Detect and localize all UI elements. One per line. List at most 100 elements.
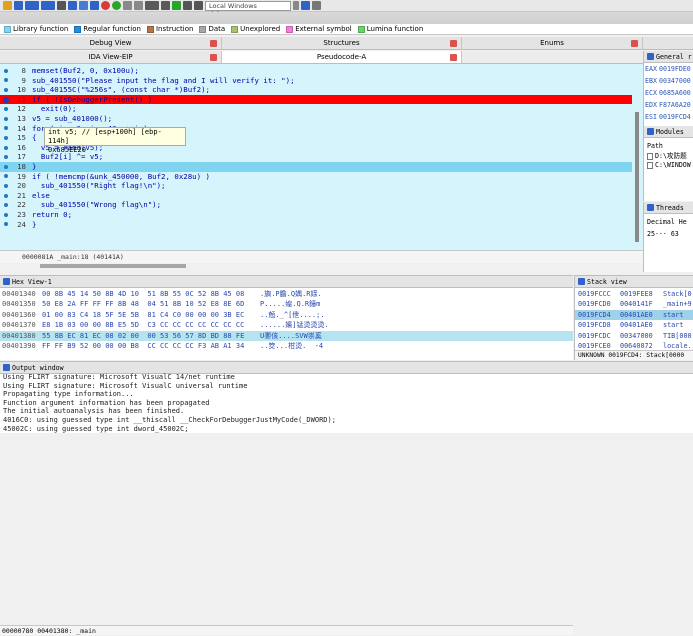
- navigate-icon[interactable]: [57, 1, 66, 10]
- debugger-dropdown-icon[interactable]: [293, 1, 299, 10]
- hex-view-icon: [3, 278, 10, 285]
- line-marker-icon[interactable]: [4, 203, 8, 208]
- hex-row[interactable]: 00401370 E8 1B 03 00 00 8B E5 5D C3 CC CC…: [0, 320, 573, 330]
- stack-row[interactable]: 0019FCD4 00401AE0 start: [575, 309, 693, 321]
- tab-ida-view[interactable]: IDA View-EIP: [0, 51, 222, 63]
- stack-row[interactable]: 0019FCD0 0040141F _main+9: [575, 299, 693, 309]
- forward-arrow-icon[interactable]: [41, 1, 55, 10]
- code-line[interactable]: 13 v5 = sub_401000();: [0, 114, 632, 124]
- tab-pseudocode[interactable]: Pseudocode-A: [222, 51, 462, 63]
- panel-title: Threads: [644, 202, 693, 214]
- stack-row[interactable]: 0019FCDC 00347000 TIB[000: [575, 331, 693, 341]
- code-line[interactable]: 18}: [0, 162, 632, 172]
- line-marker-icon[interactable]: [4, 107, 8, 112]
- pseudocode-editor[interactable]: 8 memset(Buf2, 0, 0x100u); 9 sub_401550("Pl…: [0, 64, 643, 250]
- attach-icon[interactable]: [301, 1, 310, 10]
- hex-icon[interactable]: [123, 1, 132, 10]
- register-row[interactable]: ESI 0019FCD4: [644, 111, 693, 123]
- navigation-band[interactable]: [0, 12, 693, 24]
- horizontal-scrollbar[interactable]: [40, 264, 186, 268]
- thread-row[interactable]: 25··· 63: [644, 230, 693, 238]
- code-line[interactable]: 23 return 0;: [0, 210, 632, 220]
- close-icon[interactable]: [631, 40, 638, 47]
- hex-address: 00401380: [2, 331, 36, 340]
- line-marker-icon[interactable]: [4, 145, 8, 150]
- code-line[interactable]: 21 else: [0, 191, 632, 201]
- module-row[interactable]: D:\攻防题: [644, 152, 693, 161]
- register-row[interactable]: EAX 0019FDE0: [644, 63, 693, 75]
- hex-ascii: U嬱侅....SVW崇奚: [260, 331, 322, 340]
- line-marker-icon[interactable]: [4, 155, 8, 160]
- line-marker-icon[interactable]: [4, 116, 8, 121]
- line-marker-icon[interactable]: [4, 164, 8, 169]
- tab-enums[interactable]: Enums: [462, 37, 643, 49]
- search-icon[interactable]: [90, 1, 99, 10]
- hex-view[interactable]: Hex View-1 00401340 00 8B 45 14 50 8B 4D …: [0, 275, 573, 635]
- hex-row[interactable]: 00401380 55 8B EC 81 EC 08 02 00 00 53 56…: [0, 330, 573, 341]
- line-marker-icon[interactable]: [4, 87, 8, 92]
- settings-icon[interactable]: [312, 1, 321, 10]
- code-line[interactable]: 9 sub_401550("Please input the flag and I…: [0, 76, 632, 86]
- code-line[interactable]: 24}: [0, 220, 632, 230]
- code-icon[interactable]: [134, 1, 143, 10]
- line-marker-icon[interactable]: [4, 193, 8, 198]
- register-row[interactable]: EBX 00347000: [644, 75, 693, 87]
- play-icon[interactable]: [172, 1, 181, 10]
- stack-view[interactable]: Stack view 0019FCCC 0019FEE8 Stack[0 0019FC…: [574, 275, 693, 360]
- line-marker-icon[interactable]: [4, 222, 8, 227]
- breakpoint-marker-icon[interactable]: [3, 96, 9, 103]
- line-number: 20: [17, 181, 26, 191]
- stack-row[interactable]: 0019FCD8 00401AE0 start: [575, 320, 693, 330]
- register-row[interactable]: EDX F87A6A20: [644, 99, 693, 111]
- line-marker-icon[interactable]: [4, 183, 8, 188]
- register-row[interactable]: ECX 0685A600: [644, 87, 693, 99]
- close-icon[interactable]: [210, 54, 217, 61]
- close-icon[interactable]: [210, 40, 217, 47]
- code-line[interactable]: 11 if ( !IsDebuggerPresent() ): [0, 94, 632, 105]
- legend-swatch: [231, 25, 239, 33]
- pause-icon[interactable]: [183, 1, 192, 10]
- tab-debug-view[interactable]: Debug View: [0, 37, 222, 49]
- close-icon[interactable]: [450, 40, 457, 47]
- bookmark-icon[interactable]: [79, 1, 88, 10]
- chart-icon[interactable]: [68, 1, 77, 10]
- line-marker-icon[interactable]: [4, 78, 8, 83]
- legend-label: Library function: [13, 25, 69, 33]
- register-name: ESI: [645, 113, 657, 121]
- stop-icon[interactable]: [194, 1, 203, 10]
- debugger-select[interactable]: Local Windows debugger: [205, 0, 291, 18]
- line-marker-icon[interactable]: [4, 174, 8, 179]
- save-icon[interactable]: [14, 1, 23, 10]
- hex-ascii: P.....媓.Q.R鐘m: [260, 300, 321, 309]
- line-marker-icon[interactable]: [4, 135, 8, 140]
- open-icon[interactable]: [3, 1, 12, 10]
- hex-row[interactable]: 00401390 FF FF B9 52 00 00 00 B8 CC CC CC…: [0, 341, 573, 351]
- output-window[interactable]: Output window Using FLIRT signature: Mic…: [0, 361, 693, 433]
- line-marker-icon[interactable]: [4, 126, 8, 131]
- stack-value: 00401AE0: [620, 321, 653, 330]
- line-marker-icon[interactable]: [4, 212, 8, 217]
- code-line[interactable]: 22 sub_401550("Wrong flag\n");: [0, 200, 632, 210]
- hex-row[interactable]: 00401350 50 E8 2A FF FF FF 8B 48 04 51 8B…: [0, 299, 573, 309]
- stack-address: 0019FCDC: [578, 331, 611, 340]
- tools-icon[interactable]: [145, 1, 159, 10]
- breakpoint-icon[interactable]: [101, 1, 110, 10]
- code-line[interactable]: 19 if ( !memcmp(&unk_450000, Buf2, 0x28u)…: [0, 172, 632, 182]
- hex-row[interactable]: 00401340 00 8B 45 14 50 8B 4D 10 51 8B 55…: [0, 289, 573, 299]
- code-line[interactable]: 12 exit(0);: [0, 104, 632, 114]
- tab-structures[interactable]: Structures: [222, 37, 462, 49]
- threads-panel: Threads Decimal He 25··· 63: [643, 202, 693, 272]
- stack-row[interactable]: 0019FCCC 0019FEE8 Stack[0: [575, 289, 693, 299]
- back-arrow-icon[interactable]: [25, 1, 39, 10]
- close-icon[interactable]: [450, 54, 457, 61]
- close-icon[interactable]: [161, 1, 170, 10]
- line-marker-icon[interactable]: [4, 68, 8, 73]
- code-line[interactable]: 20 sub_401550("Right flag!\n");: [0, 181, 632, 191]
- vertical-scrollbar[interactable]: [635, 112, 639, 242]
- module-row[interactable]: C:\WINDOW: [644, 161, 693, 170]
- code-text: sub_401550("Wrong flag\n");: [32, 200, 162, 210]
- hex-row[interactable]: 00401360 01 00 83 C4 18 5F 5E 5B 81 C4 C0…: [0, 310, 573, 320]
- code-line[interactable]: 8 memset(Buf2, 0, 0x100u);: [0, 66, 632, 76]
- trace-icon[interactable]: [112, 1, 121, 10]
- code-line[interactable]: 10 sub_40155C("%256s", (const char *)Buf2…: [0, 85, 632, 95]
